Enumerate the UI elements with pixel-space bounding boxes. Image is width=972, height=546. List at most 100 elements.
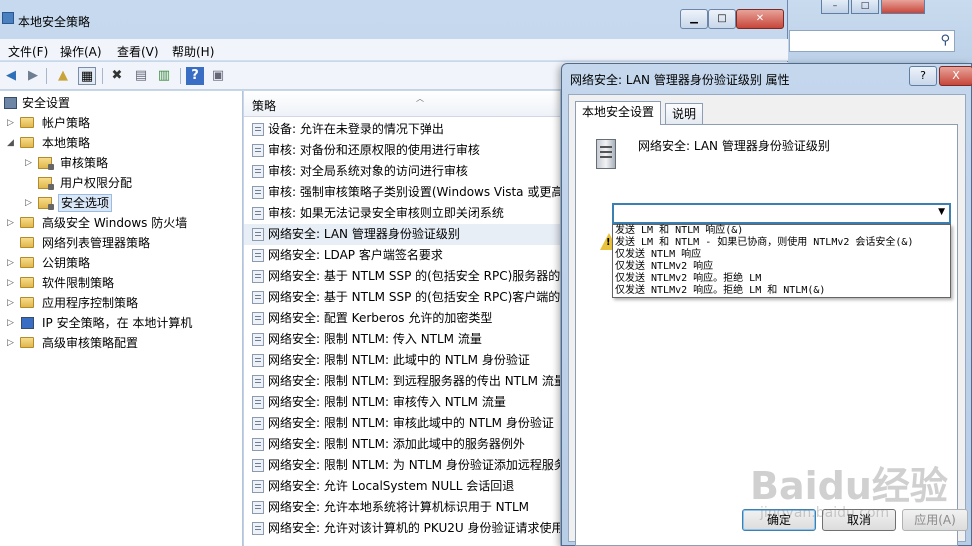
toolbar-separator bbox=[46, 68, 47, 84]
table-row[interactable]: 设备: 允许在未登录的情况下弹出 bbox=[244, 119, 560, 140]
table-row[interactable]: 网络安全: 允许 LocalSystem NULL 会话回退 bbox=[244, 476, 560, 497]
table-row[interactable]: 审核: 对全局系统对象的访问进行审核 bbox=[244, 161, 560, 182]
bg-search-box[interactable]: ⚲ bbox=[789, 30, 955, 52]
expand-arrow-icon[interactable]: ▷ bbox=[24, 194, 33, 212]
delete-icon[interactable]: ✖ bbox=[108, 67, 126, 85]
up-folder-icon[interactable]: ▲ bbox=[54, 67, 72, 85]
apply-button[interactable]: 应用(A) bbox=[902, 509, 968, 531]
tab-explain[interactable]: 说明 bbox=[665, 103, 704, 124]
dialog-title: 网络安全: LAN 管理器身份验证级别 属性 bbox=[570, 73, 790, 87]
dialog-close-button[interactable]: X bbox=[939, 66, 972, 86]
server-icon bbox=[596, 139, 616, 169]
chevron-down-icon[interactable]: ▼ bbox=[938, 207, 945, 217]
dropdown-option[interactable]: 仅发送 NTLMv2 响应。拒绝 LM 和 NTLM(&) bbox=[615, 285, 825, 297]
table-row[interactable]: 网络安全: 允许对该计算机的 PKU2U 身份验证请求使用 bbox=[244, 518, 560, 539]
policy-icon bbox=[252, 249, 264, 262]
tree-item-app-control[interactable]: ▷ 应用程序控制策略 bbox=[6, 294, 236, 312]
expand-arrow-icon[interactable]: ▷ bbox=[6, 254, 15, 272]
menu-action[interactable]: 操作(A) bbox=[60, 43, 102, 60]
properties-icon[interactable]: ▤ bbox=[132, 67, 150, 85]
bg-close-button[interactable] bbox=[881, 0, 925, 14]
dropdown-option[interactable]: 仅发送 NTLMv2 响应 bbox=[615, 261, 713, 273]
policy-folder-icon bbox=[38, 177, 54, 190]
help-icon[interactable]: ? bbox=[186, 67, 204, 85]
menu-help[interactable]: 帮助(H) bbox=[172, 43, 214, 60]
table-row[interactable]: 网络安全: 限制 NTLM: 审核此域中的 NTLM 身份验证 bbox=[244, 413, 560, 434]
table-row[interactable]: 网络安全: 限制 NTLM: 为 NTLM 身份验证添加远程服务 bbox=[244, 455, 560, 476]
title-bar: 本地安全策略 ▁ □ ✕ bbox=[0, 0, 788, 38]
table-row[interactable]: 网络安全: LAN 管理器身份验证级别 bbox=[244, 224, 560, 245]
policy-icon bbox=[252, 270, 264, 283]
expand-arrow-icon[interactable]: ▷ bbox=[6, 114, 15, 132]
policy-icon bbox=[252, 459, 264, 472]
policy-label: 审核: 强制审核策略子类别设置(Windows Vista 或更高 bbox=[268, 185, 560, 199]
table-row[interactable]: 网络安全: 限制 NTLM: 到远程服务器的传出 NTLM 流量 bbox=[244, 371, 560, 392]
column-header-policy[interactable]: 策略 ︿ bbox=[244, 91, 560, 117]
policy-label: 审核: 对备份和还原权限的使用进行审核 bbox=[268, 143, 480, 157]
policy-label: 设备: 允许在未登录的情况下弹出 bbox=[268, 122, 444, 136]
dialog-help-button[interactable]: ? bbox=[909, 66, 937, 86]
tree-item-audit-policy[interactable]: ▷ 审核策略 bbox=[24, 154, 236, 172]
maximize-button[interactable]: □ bbox=[708, 9, 736, 29]
menu-file[interactable]: 文件(F) bbox=[8, 43, 48, 60]
menu-view[interactable]: 查看(V) bbox=[117, 43, 159, 60]
bg-maximize-button[interactable]: □ bbox=[851, 0, 879, 14]
export-list-icon[interactable]: ▥ bbox=[155, 67, 173, 85]
expand-arrow-icon[interactable]: ▷ bbox=[24, 154, 33, 172]
table-row[interactable]: 网络安全: LDAP 客户端签名要求 bbox=[244, 245, 560, 266]
collapse-arrow-icon[interactable]: ◢ bbox=[6, 134, 15, 152]
table-row[interactable]: 网络安全: 限制 NTLM: 传入 NTLM 流量 bbox=[244, 329, 560, 350]
ip-security-icon bbox=[21, 317, 34, 329]
table-row[interactable]: 网络安全: 基于 NTLM SSP 的(包括安全 RPC)客户端的 bbox=[244, 287, 560, 308]
table-row[interactable]: 审核: 强制审核策略子类别设置(Windows Vista 或更高 bbox=[244, 182, 560, 203]
expand-arrow-icon[interactable]: ▷ bbox=[6, 294, 15, 312]
policy-icon bbox=[252, 522, 264, 535]
dropdown-option[interactable]: 仅发送 NTLMv2 响应。拒绝 LM bbox=[615, 273, 761, 285]
console-icon[interactable]: ▣ bbox=[209, 67, 227, 85]
tree-item-network-list[interactable]: 网络列表管理器策略 bbox=[6, 234, 236, 252]
table-row[interactable]: 网络安全: 限制 NTLM: 审核传入 NTLM 流量 bbox=[244, 392, 560, 413]
forward-icon[interactable]: ▶ bbox=[24, 67, 42, 85]
bg-minimize-button[interactable]: – bbox=[821, 0, 849, 14]
table-row[interactable]: 网络安全: 允许本地系统将计算机标识用于 NTLM bbox=[244, 497, 560, 518]
tree-item-advanced-audit[interactable]: ▷ 高级审核策略配置 bbox=[6, 334, 236, 352]
expand-arrow-icon[interactable]: ▷ bbox=[6, 274, 15, 292]
show-tree-icon[interactable]: ▦ bbox=[78, 67, 96, 85]
policy-icon bbox=[252, 291, 264, 304]
tree-item-firewall[interactable]: ▷ 高级安全 Windows 防火墙 bbox=[6, 214, 236, 232]
tree-item-user-rights[interactable]: 用户权限分配 bbox=[24, 174, 236, 192]
tree-item-security-options[interactable]: ▷ 安全选项 bbox=[24, 194, 236, 212]
policy-label: 审核: 对全局系统对象的访问进行审核 bbox=[268, 164, 468, 178]
tab-local-security-setting[interactable]: 本地安全设置 bbox=[575, 101, 662, 125]
table-row[interactable]: 网络安全: 配置 Kerberos 允许的加密类型 bbox=[244, 308, 560, 329]
policy-icon bbox=[252, 165, 264, 178]
table-row[interactable]: 审核: 对备份和还原权限的使用进行审核 bbox=[244, 140, 560, 161]
table-row[interactable]: 网络安全: 限制 NTLM: 添加此域中的服务器例外 bbox=[244, 434, 560, 455]
expand-arrow-icon[interactable]: ▷ bbox=[6, 334, 15, 352]
expand-arrow-icon[interactable]: ▷ bbox=[6, 214, 15, 232]
back-icon[interactable]: ◀ bbox=[2, 67, 20, 85]
tree-item-local-policies[interactable]: ◢ 本地策略 bbox=[6, 134, 236, 152]
policy-label: 网络安全: 基于 NTLM SSP 的(包括安全 RPC)客户端的 bbox=[268, 290, 560, 304]
policy-icon bbox=[252, 354, 264, 367]
table-row[interactable]: 审核: 如果无法记录安全审核则立即关闭系统 bbox=[244, 203, 560, 224]
table-row[interactable]: 网络安全: 基于 NTLM SSP 的(包括安全 RPC)服务器的 bbox=[244, 266, 560, 287]
table-row[interactable]: 网络安全: 限制 NTLM: 此域中的 NTLM 身份验证 bbox=[244, 350, 560, 371]
policy-icon bbox=[252, 207, 264, 220]
policy-label: 网络安全: 限制 NTLM: 为 NTLM 身份验证添加远程服务 bbox=[268, 458, 560, 472]
dropdown-option[interactable]: 发送 LM 和 NTLM - 如果已协商，则使用 NTLMv2 会话安全(&) bbox=[615, 237, 913, 249]
folder-icon bbox=[20, 277, 34, 288]
tree-item-account-policies[interactable]: ▷ 帐户策略 bbox=[6, 114, 236, 132]
tree-item-software-restriction[interactable]: ▷ 软件限制策略 bbox=[6, 274, 236, 292]
dropdown-option[interactable]: 发送 LM 和 NTLM 响应(&) bbox=[615, 225, 743, 237]
minimize-button[interactable]: ▁ bbox=[680, 9, 708, 29]
tree-item-ip-security[interactable]: ▷ IP 安全策略，在 本地计算机 bbox=[6, 314, 236, 332]
tree-item-public-key[interactable]: ▷ 公钥策略 bbox=[6, 254, 236, 272]
policy-icon bbox=[252, 375, 264, 388]
folder-icon bbox=[20, 337, 34, 348]
dropdown-option[interactable]: 仅发送 NTLM 响应 bbox=[615, 249, 701, 261]
expand-arrow-icon[interactable]: ▷ bbox=[6, 314, 15, 332]
close-button[interactable]: ✕ bbox=[736, 9, 784, 29]
auth-level-dropdown[interactable]: ▼ bbox=[612, 203, 951, 224]
folder-open-icon bbox=[20, 137, 34, 148]
